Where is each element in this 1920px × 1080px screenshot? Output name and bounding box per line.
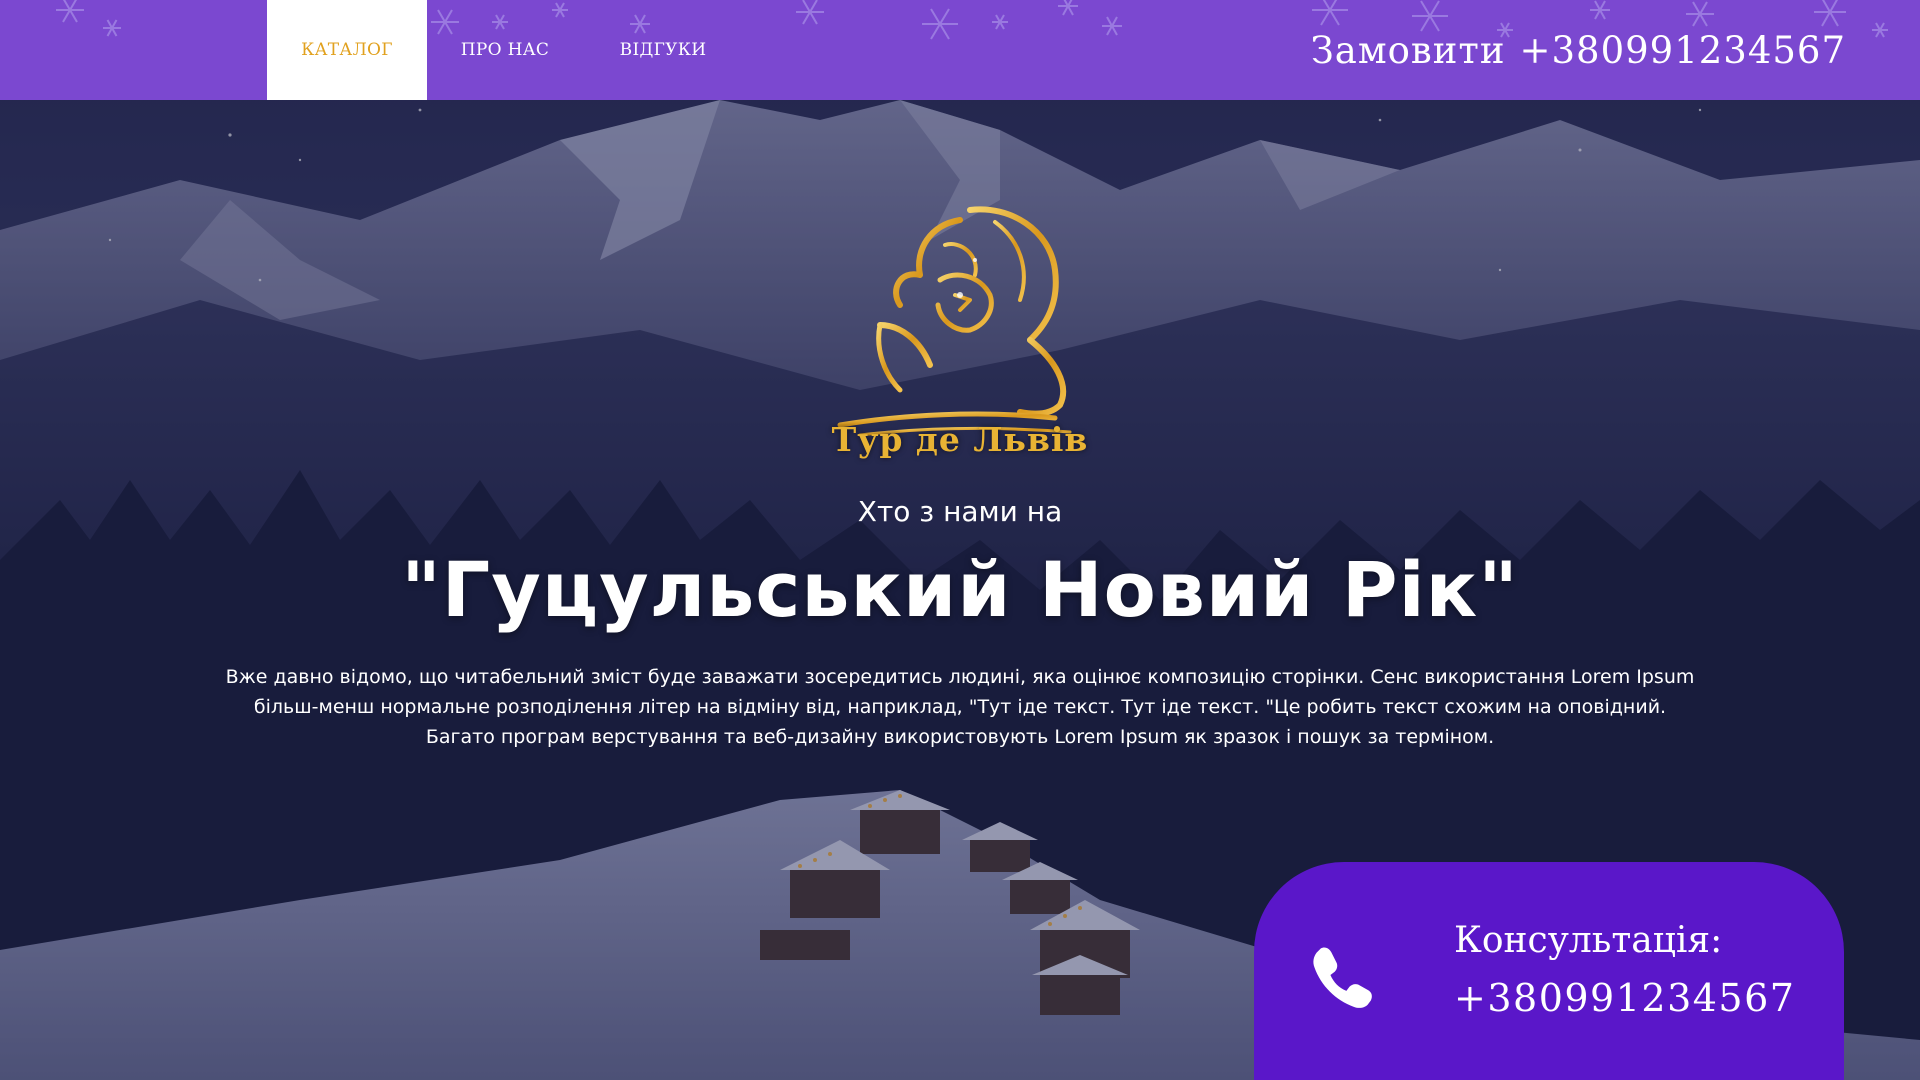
order-label: Замовити bbox=[1310, 28, 1506, 72]
hero-description-line: Багато програм верстування та веб-дизайн… bbox=[425, 726, 1495, 748]
top-navbar: КАТАЛОГ ПРО НАС ВІДГУКИ Замовити +380991… bbox=[0, 0, 1920, 100]
consultation-phone[interactable]: +380991234567 bbox=[1454, 976, 1795, 1020]
nav-item-reviews[interactable]: ВІДГУКИ bbox=[598, 0, 728, 100]
hero-description-line: Вже давно відомо, що читабельний зміст б… bbox=[225, 666, 1695, 688]
hero-description-line: більш-менш нормальне розподілення літер … bbox=[253, 696, 1667, 718]
consultation-button[interactable]: Консультація: +380991234567 bbox=[1254, 862, 1844, 1080]
hero-title: "Гуцульський Новий Рік" bbox=[401, 545, 1519, 634]
logo-text: Тур де Львів bbox=[831, 420, 1089, 459]
nav-item-about[interactable]: ПРО НАС bbox=[440, 0, 570, 100]
nav-item-catalog[interactable]: КАТАЛОГ bbox=[267, 0, 427, 100]
consultation-label: Консультація: bbox=[1454, 920, 1723, 961]
phone-icon bbox=[1313, 947, 1372, 1008]
hero-description: Вже давно відомо, що читабельний зміст б… bbox=[220, 662, 1700, 752]
order-phone-number[interactable]: +380991234567 bbox=[1520, 29, 1847, 72]
order-phone-link[interactable]: Замовити +380991234567 bbox=[1311, 0, 1846, 100]
hero-subtitle: Хто з нами на bbox=[857, 495, 1063, 528]
